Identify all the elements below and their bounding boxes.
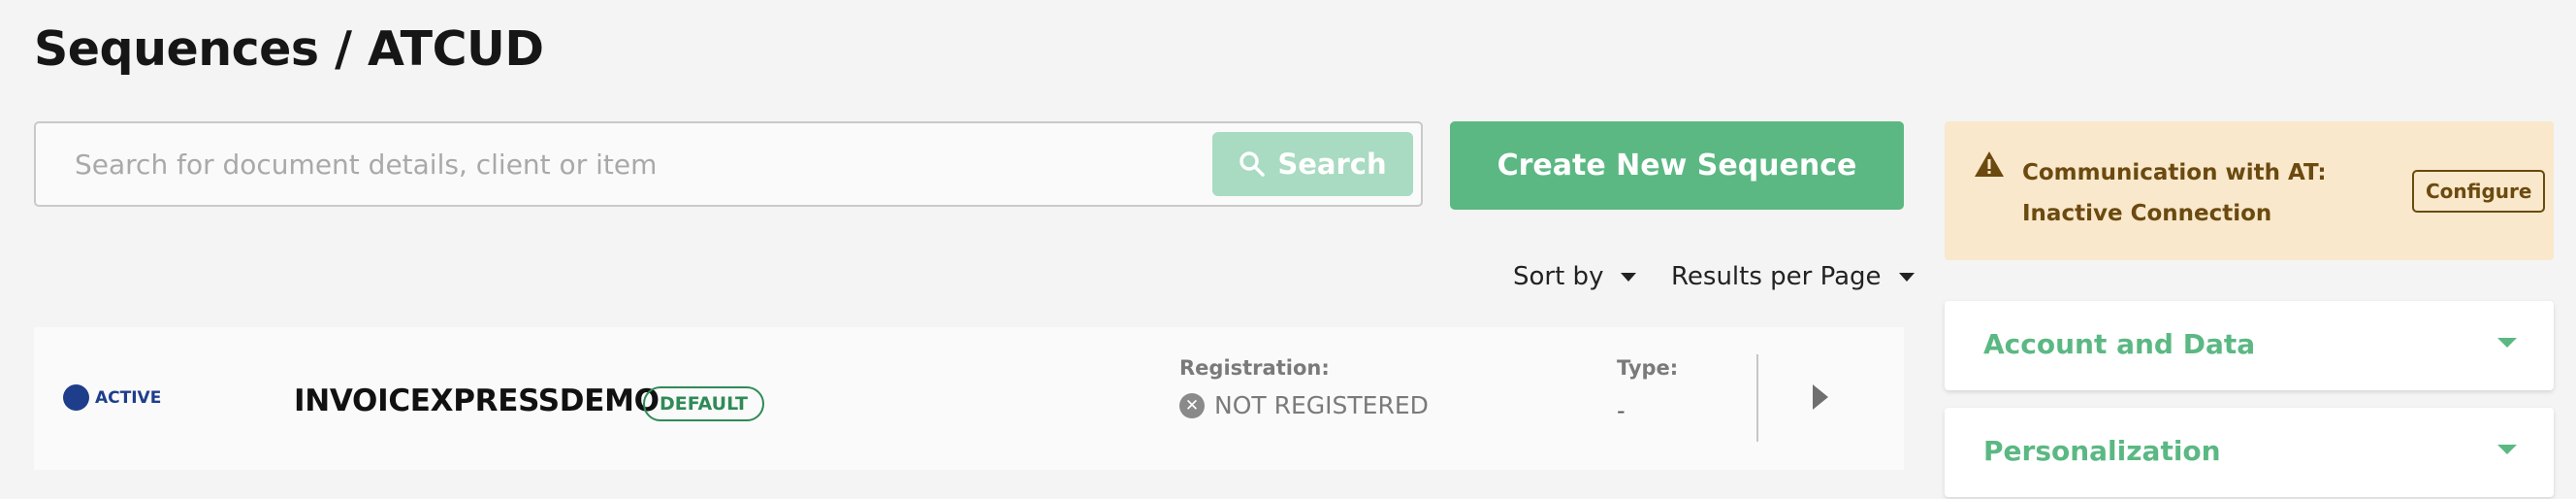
- results-per-page-dropdown[interactable]: Results per Page: [1671, 262, 1915, 291]
- default-badge: DEFAULT: [643, 386, 765, 421]
- search-button-label: Search: [1277, 148, 1387, 181]
- search-icon: [1240, 151, 1266, 177]
- results-per-page-label: Results per Page: [1671, 262, 1882, 291]
- personalization-panel[interactable]: Personalization: [1945, 408, 2554, 497]
- chevron-down-icon: [1621, 272, 1637, 282]
- chevron-right-icon: [1813, 384, 1828, 410]
- panel-title: Personalization: [1983, 435, 2221, 467]
- alert-message: Communication with AT: Inactive Connecti…: [2022, 160, 2327, 226]
- account-and-data-panel[interactable]: Account and Data: [1945, 301, 2554, 390]
- registration-value: ✕ NOT REGISTERED: [1179, 391, 1429, 419]
- chevron-down-icon: [2497, 445, 2517, 454]
- sequence-name: INVOICEXPRESSDEMO: [294, 383, 660, 418]
- registration-status: NOT REGISTERED: [1214, 391, 1429, 419]
- warning-icon: [1975, 151, 2004, 177]
- x-circle-icon: ✕: [1179, 392, 1205, 418]
- panel-title: Account and Data: [1983, 328, 2256, 360]
- at-connection-alert: Communication with AT: Inactive Connecti…: [1945, 121, 2554, 260]
- sort-by-dropdown[interactable]: Sort by: [1513, 262, 1637, 291]
- sequence-row[interactable]: ACTIVE INVOICEXPRESSDEMO DEFAULT Registr…: [34, 327, 1904, 470]
- status-label: ACTIVE: [95, 387, 162, 408]
- type-value: -: [1617, 397, 1626, 424]
- sort-by-label: Sort by: [1513, 262, 1604, 291]
- status-dot-icon: [63, 384, 89, 411]
- registration-label: Registration:: [1179, 356, 1330, 380]
- expand-row-button[interactable]: [1809, 383, 1832, 412]
- search-bar: Search: [34, 121, 1423, 207]
- divider: [1756, 354, 1758, 442]
- page-title: Sequences / ATCUD: [34, 21, 544, 77]
- configure-button[interactable]: Configure: [2412, 170, 2546, 213]
- chevron-down-icon: [2497, 338, 2517, 348]
- create-new-sequence-button[interactable]: Create New Sequence: [1450, 121, 1904, 210]
- chevron-down-icon: [1898, 272, 1915, 282]
- status-indicator: ACTIVE: [63, 384, 161, 411]
- type-label: Type:: [1617, 356, 1679, 380]
- search-button[interactable]: Search: [1212, 132, 1413, 196]
- search-input[interactable]: [75, 123, 1190, 205]
